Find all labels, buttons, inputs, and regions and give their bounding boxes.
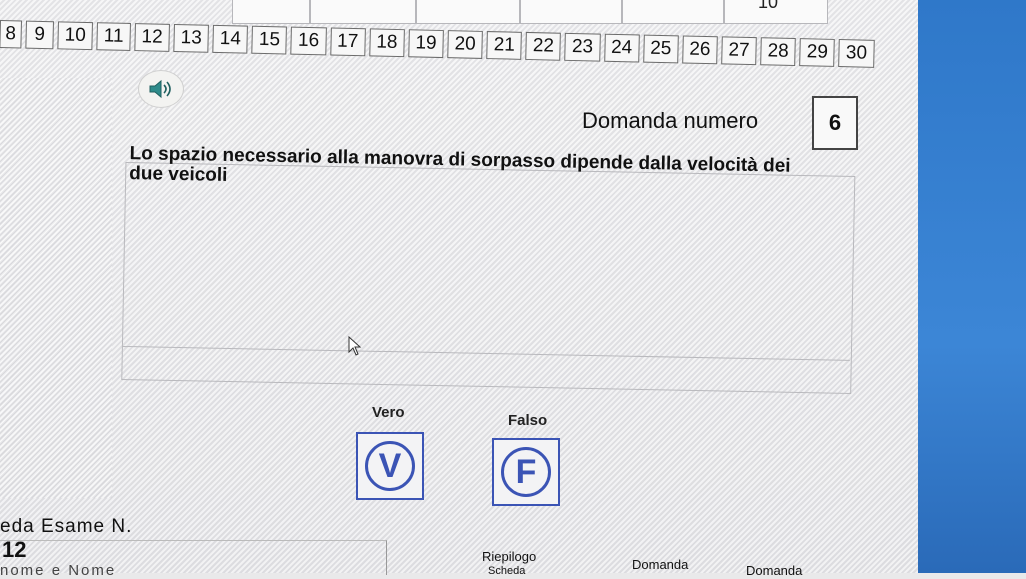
- exam-sheet-number: 12: [2, 537, 27, 562]
- question-nav-29[interactable]: 29: [799, 38, 836, 67]
- false-answer-label: Falso: [508, 412, 548, 429]
- summary-label: Riepilogo: [482, 549, 537, 564]
- question-nav-30[interactable]: 30: [838, 39, 875, 68]
- question-nav-19[interactable]: 19: [408, 29, 444, 59]
- question-nav-21[interactable]: 21: [486, 31, 523, 60]
- false-answer-button[interactable]: F: [492, 438, 560, 506]
- question-nav-26[interactable]: 26: [682, 35, 718, 65]
- true-answer-button[interactable]: V: [356, 432, 424, 500]
- true-answer-label: Vero: [372, 404, 405, 421]
- previous-question-button[interactable]: Domanda: [632, 557, 688, 572]
- question-nav-14[interactable]: 14: [212, 24, 249, 54]
- top-partial-box: [232, 0, 310, 24]
- question-nav-13[interactable]: 13: [173, 23, 210, 53]
- top-partial-box: [416, 0, 520, 24]
- f-circle-icon: F: [501, 447, 551, 497]
- question-nav-27[interactable]: 27: [721, 36, 757, 66]
- question-nav-16[interactable]: 16: [290, 26, 327, 56]
- name-label: nome e Nome: [0, 562, 117, 579]
- question-number-label: Domanda numero: [582, 108, 759, 133]
- question-nav-20[interactable]: 20: [447, 30, 484, 59]
- exam-sheet-label: eda Esame N.: [0, 516, 133, 537]
- next-question-label: Domanda: [746, 563, 803, 578]
- top-partial-box: [310, 0, 416, 24]
- previous-question-label: Domanda: [632, 557, 689, 572]
- question-nav-23[interactable]: 23: [564, 32, 601, 62]
- question-nav-18[interactable]: 18: [368, 28, 405, 58]
- v-circle-icon: V: [365, 441, 415, 491]
- mouse-cursor-icon: [348, 336, 362, 356]
- question-nav-11[interactable]: 11: [96, 22, 131, 51]
- question-nav-24[interactable]: 24: [603, 33, 640, 63]
- audio-button[interactable]: [138, 70, 184, 108]
- speaker-icon: [149, 79, 171, 99]
- question-nav-28[interactable]: 28: [760, 37, 797, 67]
- top-partial-label: 10: [758, 0, 779, 12]
- top-partial-box: [520, 0, 622, 24]
- question-nav-10[interactable]: 10: [57, 21, 94, 51]
- question-frame: Lo spazio necessario alla manovra di sor…: [121, 134, 856, 394]
- question-nav-8[interactable]: 8: [0, 20, 22, 49]
- left-background-band: [0, 78, 112, 498]
- question-nav-17[interactable]: 17: [329, 27, 366, 57]
- current-question-number: 6: [812, 96, 858, 150]
- top-partial-box: [622, 0, 724, 24]
- question-nav-25[interactable]: 25: [642, 34, 679, 64]
- question-nav-15[interactable]: 15: [251, 25, 288, 55]
- question-nav-12[interactable]: 12: [134, 23, 170, 52]
- summary-sub-label: Scheda: [488, 565, 526, 577]
- question-nav-9[interactable]: 9: [25, 20, 54, 50]
- next-question-button[interactable]: Domanda: [746, 563, 802, 578]
- question-nav-22[interactable]: 22: [525, 31, 562, 61]
- monitor-bezel-edge: [918, 0, 1026, 573]
